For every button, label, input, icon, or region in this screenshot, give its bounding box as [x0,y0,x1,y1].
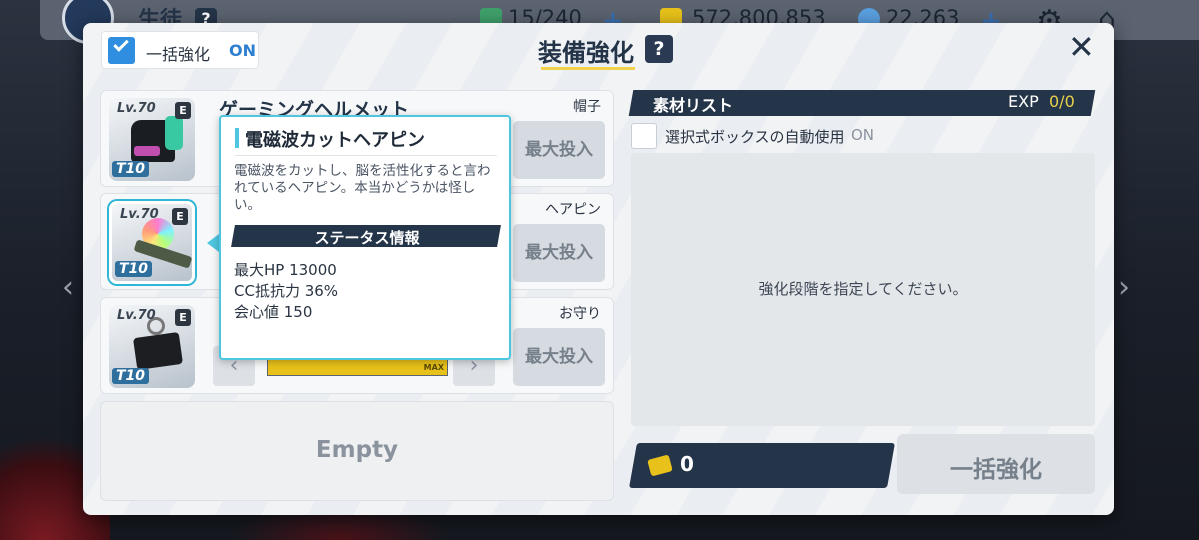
helmet-detail [165,116,183,150]
material-list-title: 素材リスト [653,96,734,115]
next-arrow-icon[interactable]: › [1118,270,1130,305]
material-message: 強化段階を指定してください。 [758,280,968,298]
stats-header: ステータス情報 [314,229,420,247]
tier-badge: T10 [112,161,150,177]
item-tooltip: 電磁波カットヘアピン 電磁波をカットし、脳を活性化すると言われているヘアピン。本… [219,115,511,360]
max-input-button[interactable]: 最大投入 [513,224,605,282]
item-level: Lv.70 [117,101,156,116]
stat-crit: 会心値 150 [234,303,313,321]
tier-badge: T10 [112,368,150,384]
empty-slot: Empty [100,401,614,501]
max-input-button[interactable]: 最大投入 [513,121,605,179]
prev-arrow-icon[interactable]: ‹ [62,270,74,305]
rarity-badge: E [175,309,191,326]
title-underline [541,67,635,70]
item-type: ヘアピン [545,202,601,218]
material-list-area: 強化段階を指定してください。 [631,153,1095,426]
empty-label: Empty [315,437,399,463]
stat-max-hp: 最大HP 13000 [234,261,337,279]
stat-cc-resist: CC抵抗力 36% [234,282,339,300]
rarity-badge: E [175,102,191,119]
item-type: 帽子 [573,99,601,115]
auto-use-checkbox[interactable] [631,123,657,149]
help-button[interactable]: ? [645,35,673,63]
item-thumbnail[interactable]: Lv.70 E T10 [109,305,195,388]
tooltip-divider [235,155,497,156]
tooltip-title: 電磁波カットヘアピン [245,130,425,151]
auto-use-state: ON [851,126,875,144]
bulk-label: 一括強化 [146,45,211,64]
item-level: Lv.70 [117,308,156,323]
helmet-detail [134,146,160,156]
bulk-state: ON [229,41,256,60]
bulk-enhance-toggle[interactable]: 一括強化 ON [101,31,259,69]
exp-bar: MAX [267,358,448,376]
close-button[interactable]: ✕ [1068,31,1095,63]
exp-value: 0/0 [1049,92,1075,111]
bulk-checkbox[interactable] [108,36,135,64]
modal-title: 装備強化 [538,39,634,67]
tooltip-pointer [207,234,219,252]
rarity-badge: E [172,208,188,225]
bulk-enhance-label: 一括強化 [950,457,1042,483]
exp-label: EXP [1008,92,1039,111]
cost-value: 0 [680,452,694,476]
tier-badge: T10 [115,261,153,277]
item-thumbnail[interactable]: Lv.70 E T10 [109,98,195,181]
item-level: Lv.70 [120,207,159,222]
tooltip-description: 電磁波をカットし、脳を活性化すると言われているヘアピン。本当かどうかは怪しい。 [234,163,491,213]
auto-use-label: 選択式ボックスの自動使用 [665,128,845,146]
check-icon [113,36,129,52]
item-type: お守り [559,306,601,322]
max-input-button[interactable]: 最大投入 [513,328,605,386]
tooltip-accent-bar [235,128,239,148]
charm-icon [132,331,184,371]
exp-max-label: MAX [423,363,444,372]
item-thumbnail-selected[interactable]: Lv.70 E T10 [109,201,195,284]
bulk-enhance-button[interactable]: 一括強化 [897,434,1095,494]
